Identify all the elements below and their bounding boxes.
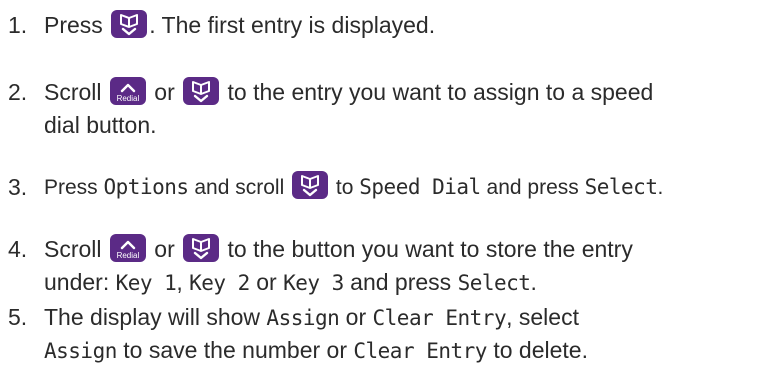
step-text: Press bbox=[44, 176, 104, 199]
step-line: Press Options and scroll to Speed Dial a… bbox=[44, 170, 663, 205]
display-text-key-1: Key 1 bbox=[115, 271, 177, 295]
redial-key-label: Redial bbox=[116, 94, 140, 103]
display-text-assign: Assign bbox=[44, 339, 117, 363]
step-text: and scroll bbox=[188, 176, 291, 199]
step-text: The display will show bbox=[44, 304, 267, 330]
display-text-clear-entry: Clear Entry bbox=[372, 306, 507, 330]
display-text-key-3: Key 3 bbox=[283, 271, 344, 295]
step-text: . The first entry is displayed. bbox=[149, 12, 436, 38]
phonebook-down-icon bbox=[292, 171, 329, 199]
redial-up-icon: Redial bbox=[109, 234, 146, 262]
step-text: to delete. bbox=[486, 337, 588, 363]
step-text: or bbox=[147, 79, 182, 105]
step-line: Press . The first entry is displayed. bbox=[44, 8, 435, 42]
phonebook-down-icon bbox=[111, 10, 148, 38]
step-text: and press bbox=[480, 176, 585, 199]
step-text: to the button you want to store the entr… bbox=[221, 236, 633, 262]
step-number: 4. bbox=[8, 236, 28, 262]
redial-key-label: Redial bbox=[116, 251, 140, 260]
display-text-select: Select bbox=[584, 175, 658, 199]
step-text: to the entry you want to assign to a spe… bbox=[221, 79, 654, 105]
step-text: . bbox=[530, 269, 537, 295]
phonebook-down-icon bbox=[183, 77, 220, 105]
step-line: The display will show Assign or Clear En… bbox=[44, 300, 579, 335]
step-number: 3. bbox=[8, 174, 28, 200]
step-text: to save the number or bbox=[116, 337, 354, 363]
display-text-clear-entry: Clear Entry bbox=[353, 339, 487, 363]
step-line: Scroll Redial or to the entry you want t… bbox=[44, 75, 653, 109]
redial-up-icon: Redial bbox=[109, 77, 146, 105]
phonebook-down-icon bbox=[183, 234, 220, 262]
step-line: Scroll Redial or to the button you want … bbox=[44, 232, 633, 266]
step-text: Scroll bbox=[44, 79, 108, 105]
step-text: or bbox=[147, 236, 182, 262]
display-text-speed-dial: Speed Dial bbox=[359, 175, 481, 199]
step-line: under: Key 1, Key 2 or Key 3 and press S… bbox=[44, 265, 537, 300]
step-number: 2. bbox=[8, 79, 28, 105]
step-text: , select bbox=[506, 304, 579, 330]
display-text-select: Select bbox=[457, 271, 531, 295]
step-text: to bbox=[330, 176, 360, 199]
display-text-options: Options bbox=[103, 175, 190, 199]
step-text: or bbox=[339, 304, 373, 330]
step-text: dial button. bbox=[44, 112, 157, 138]
step-line: dial button. bbox=[44, 108, 157, 142]
step-text: . bbox=[657, 176, 664, 199]
step-number: 1. bbox=[8, 12, 28, 38]
step-text: and press bbox=[343, 269, 458, 295]
step-text: or bbox=[249, 269, 284, 295]
step-text: , bbox=[176, 269, 190, 295]
step-line: Assign to save the number or Clear Entry… bbox=[44, 333, 588, 368]
step-text: Press bbox=[44, 12, 110, 38]
display-text-key-2: Key 2 bbox=[189, 271, 250, 295]
step-text: Scroll bbox=[44, 236, 108, 262]
step-number: 5. bbox=[8, 304, 28, 330]
step-text: under: bbox=[44, 269, 116, 295]
display-text-assign: Assign bbox=[266, 306, 340, 330]
